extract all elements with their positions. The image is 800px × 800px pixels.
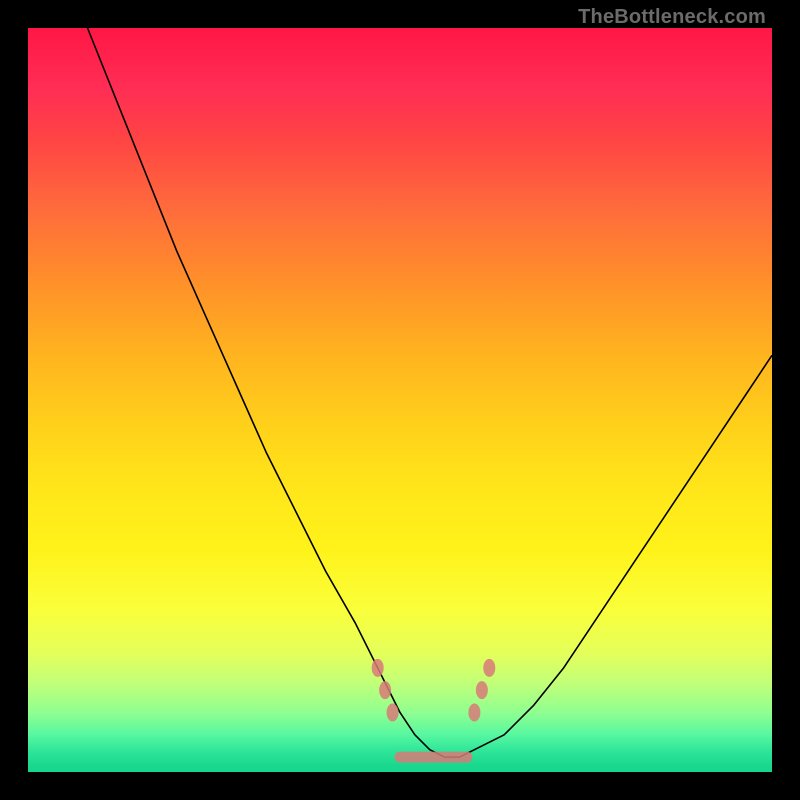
curve-marker: [468, 703, 480, 721]
chart-svg: [28, 28, 772, 772]
watermark-text: TheBottleneck.com: [578, 6, 766, 29]
curve-marker: [379, 681, 391, 699]
plot-area: [28, 28, 772, 772]
markers-group: [372, 659, 496, 722]
curve-marker: [476, 681, 488, 699]
curve-marker: [483, 659, 495, 677]
curve-marker: [387, 703, 399, 721]
curve-marker: [372, 659, 384, 677]
chart-frame: TheBottleneck.com: [0, 0, 800, 800]
bottleneck-curve: [88, 28, 772, 757]
